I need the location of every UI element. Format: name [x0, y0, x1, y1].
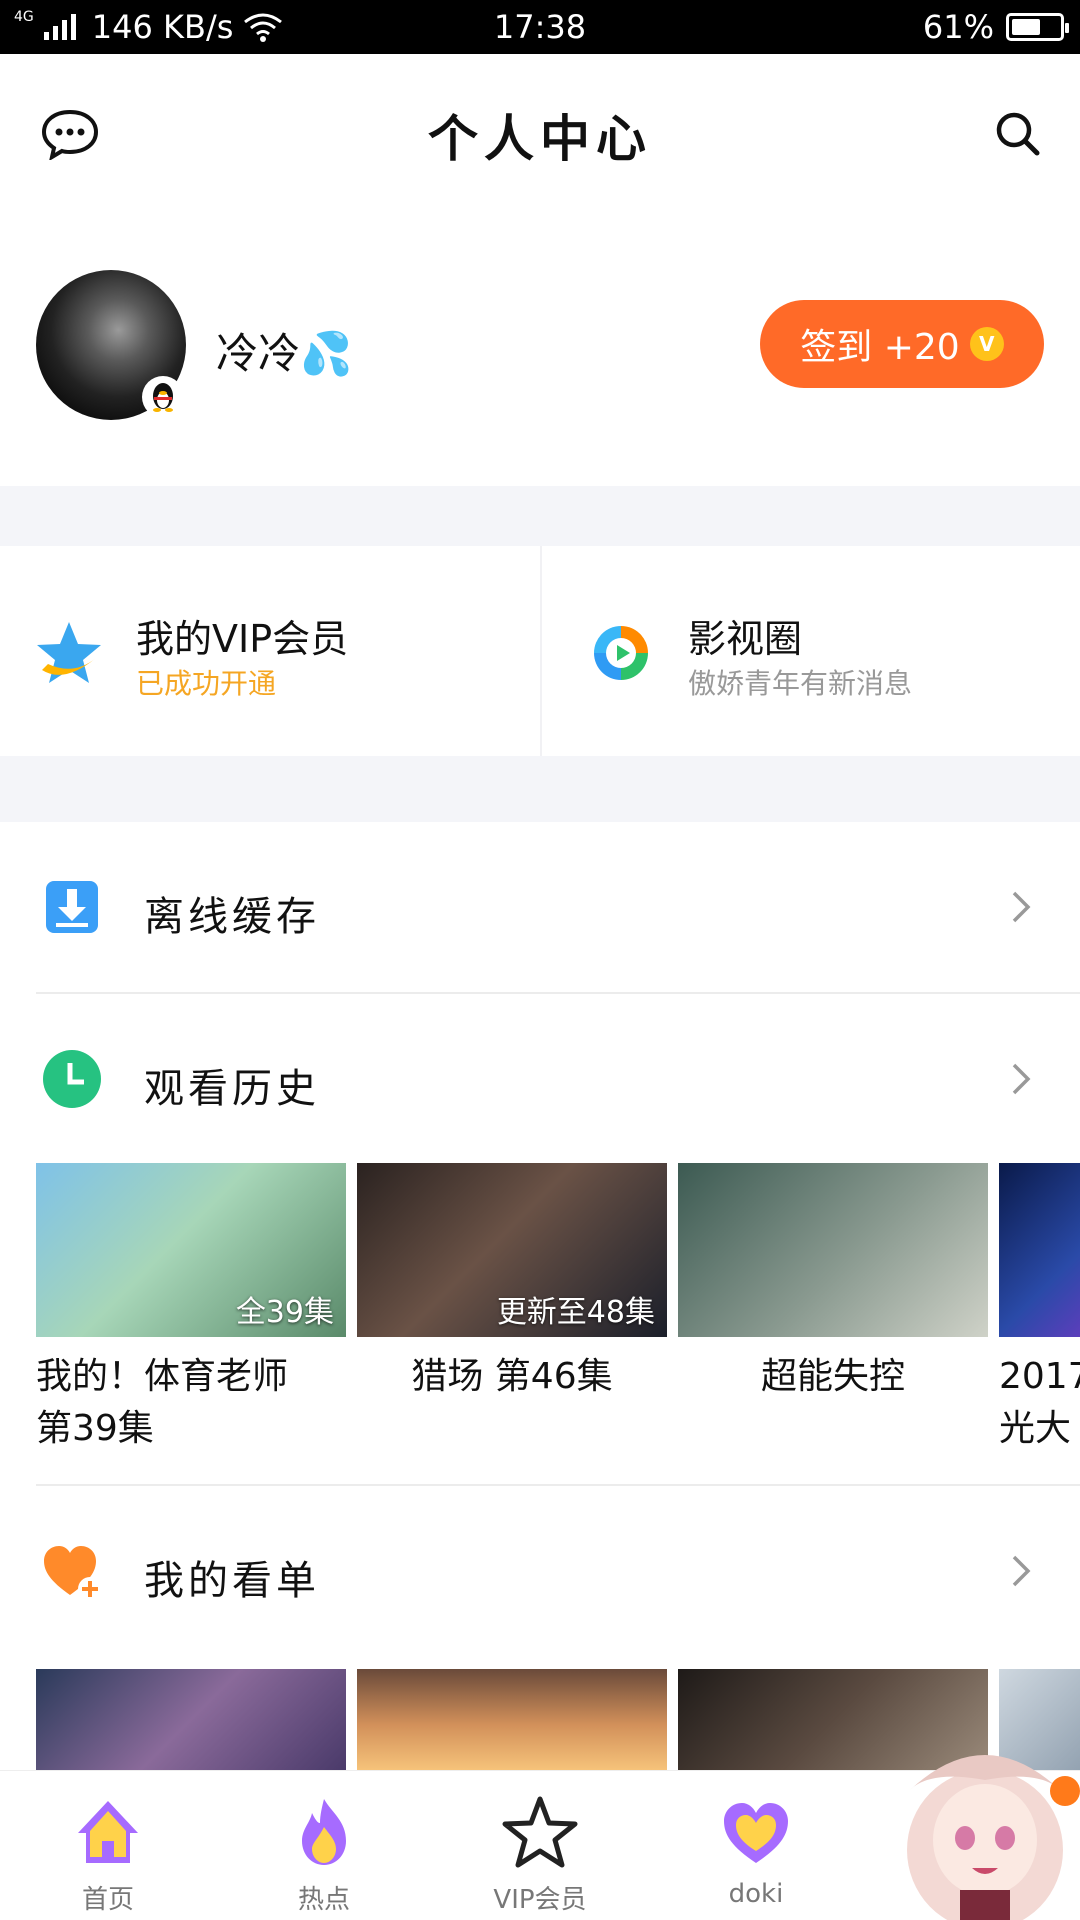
history-caption[interactable]: 2017 光大 — [999, 1351, 1080, 1455]
watchlist-thumbnail[interactable] — [36, 1669, 346, 1770]
vip-subtitle: 已成功开通 — [136, 667, 277, 700]
coin-icon: V — [969, 327, 1004, 361]
history-thumbnail[interactable] — [999, 1163, 1080, 1337]
history-thumbnail[interactable]: 更新至48集 — [357, 1163, 667, 1337]
username[interactable]: 冷冷💦 — [216, 320, 352, 381]
film-circle-icon — [594, 626, 648, 680]
profile-section: 冷冷💦 签到 +20 V — [0, 204, 1080, 486]
clock-icon — [43, 1050, 101, 1108]
screen: 4G 146 KB/s 17:38 61% 个人中心 冷冷💦 签到 +20 V … — [0, 0, 1080, 1920]
nav-doki-label: doki — [728, 1879, 784, 1909]
nav-home[interactable]: 首页 — [0, 1771, 216, 1920]
history-caption[interactable]: 猎场 第46集 — [357, 1351, 667, 1403]
page-title: 个人中心 — [428, 110, 652, 168]
search-icon[interactable] — [986, 102, 1050, 166]
watchlist-label: 我的看单 — [144, 1558, 320, 1604]
watchlist-row[interactable]: 我的看单 — [0, 1506, 1080, 1636]
episode-badge: 更新至48集 — [496, 1295, 655, 1330]
mascot-character-icon[interactable] — [890, 1730, 1080, 1920]
chevron-right-icon — [1012, 891, 1031, 923]
quick-cards: 我的VIP会员 已成功开通 影视圈 傲娇青年有新消息 — [0, 546, 1080, 756]
battery-fill — [1012, 19, 1040, 35]
doki-heart-icon — [724, 1803, 788, 1863]
checkin-button[interactable]: 签到 +20 V — [760, 300, 1044, 388]
watch-history-row[interactable]: 观看历史 — [0, 1014, 1080, 1144]
vip-title: 我的VIP会员 — [136, 617, 349, 661]
vip-star-icon — [37, 622, 101, 683]
clock: 17:38 — [493, 8, 587, 46]
chevron-right-icon — [1012, 1555, 1031, 1587]
history-thumbnail[interactable]: 全39集 — [36, 1163, 346, 1337]
nav-home-label: 首页 — [81, 1885, 134, 1915]
nav-hot-label: 热点 — [297, 1885, 350, 1915]
offline-cache-row[interactable]: 离线缓存 — [0, 842, 1080, 972]
offline-cache-label: 离线缓存 — [144, 894, 320, 940]
film-circle-subtitle: 傲娇青年有新消息 — [688, 667, 913, 700]
battery-icon — [1006, 13, 1069, 41]
home-icon — [78, 1801, 138, 1863]
vip-card[interactable]: 我的VIP会员 已成功开通 — [0, 546, 540, 756]
film-circle-card[interactable]: 影视圈 傲娇青年有新消息 — [540, 546, 1080, 756]
vip-star-outline-icon — [502, 1796, 578, 1868]
section-gap — [0, 486, 1080, 546]
download-icon — [46, 881, 98, 933]
header: 个人中心 — [0, 54, 1080, 204]
battery-percent: 61% — [922, 8, 994, 46]
nav-vip[interactable]: VIP会员 — [432, 1771, 648, 1920]
flame-icon — [302, 1799, 346, 1865]
nav-vip-label: VIP会员 — [493, 1885, 587, 1915]
qq-penguin-icon — [142, 376, 184, 418]
checkin-label: 签到 +20 — [800, 327, 960, 368]
nav-hot[interactable]: 热点 — [216, 1771, 432, 1920]
watch-history-label: 观看历史 — [144, 1066, 320, 1112]
episode-badge: 全39集 — [235, 1295, 334, 1330]
nav-doki[interactable]: doki — [648, 1771, 864, 1920]
history-list: 全39集 更新至48集 我的！体育老师 第39集 猎场 第46集 超能失控 20… — [36, 1163, 1080, 1463]
chevron-right-icon — [1012, 1063, 1031, 1095]
history-caption[interactable]: 我的！体育老师 第39集 — [36, 1351, 346, 1455]
watchlist-thumbnail[interactable] — [357, 1669, 667, 1770]
heart-plus-icon — [44, 1546, 102, 1601]
history-caption[interactable]: 超能失控 — [678, 1351, 988, 1403]
film-circle-title: 影视圈 — [688, 617, 803, 661]
history-thumbnail[interactable] — [678, 1163, 988, 1337]
divider — [36, 1484, 1080, 1486]
notification-dot — [1050, 1776, 1080, 1806]
divider — [36, 992, 1080, 994]
status-bar: 4G 146 KB/s 17:38 61% — [0, 0, 1080, 54]
section-gap — [0, 756, 1080, 822]
